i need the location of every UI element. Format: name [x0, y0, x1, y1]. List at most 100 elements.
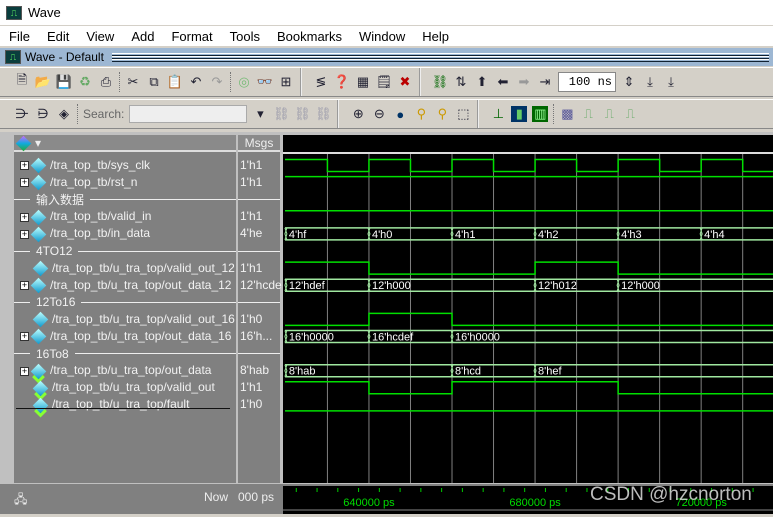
find-icon[interactable]: 👓: [257, 74, 273, 90]
signal-row[interactable]: + /tra_top_tb/u_tra_top/out_data_16: [14, 328, 231, 345]
group-icon[interactable]: ◈: [56, 106, 72, 122]
sort-icon[interactable]: ⇅: [453, 74, 469, 90]
bus-value: 4'hf: [289, 229, 307, 241]
search-input[interactable]: [129, 105, 248, 123]
menu-bookmarks[interactable]: Bookmarks: [268, 29, 350, 44]
help-icon[interactable]: ❓: [334, 74, 350, 90]
menu-edit[interactable]: Edit: [38, 29, 77, 44]
save-icon[interactable]: 💾: [56, 74, 72, 90]
zoom-out-icon[interactable]: ⊖: [371, 106, 387, 122]
edge-icon[interactable]: ⎍: [580, 106, 596, 122]
run-length-input[interactable]: 100 ns: [558, 72, 616, 92]
menu-format[interactable]: Format: [162, 29, 220, 44]
bus-value: 12'h000: [621, 280, 660, 292]
divider[interactable]: 12To16: [14, 294, 236, 311]
expand-icon[interactable]: +: [20, 178, 29, 188]
refresh-icon[interactable]: ♻: [77, 74, 93, 90]
zoom-cursor-icon[interactable]: ⚲: [413, 106, 429, 122]
expand-signal-icon[interactable]: ⋺: [14, 106, 30, 122]
signal-icon: [32, 311, 49, 328]
toolbar-main: 🗎 📂 💾 ♻ ⎙ ✂ ⧉ 📋 ↶ ↷ ◎ 👓 ⊞ ≶ ❓ ▦ 🗒 ✖ ⛓ ⇅ …: [0, 67, 773, 97]
edge-icon[interactable]: ⎍: [622, 106, 638, 122]
signal-row[interactable]: + /tra_top_tb/sys_clk: [14, 157, 150, 174]
expand-icon[interactable]: +: [20, 332, 29, 342]
zoom-region-icon[interactable]: ⬚: [455, 106, 471, 122]
menu-help[interactable]: Help: [413, 29, 457, 44]
search-dropdown-icon[interactable]: ▾: [252, 106, 268, 122]
divider[interactable]: 4TO12: [14, 243, 236, 260]
new-file-icon[interactable]: 🗎: [14, 72, 30, 90]
signal-row[interactable]: /tra_top_tb/u_tra_top/fault: [14, 396, 189, 413]
bit-waveform: [285, 261, 773, 275]
bit-waveform: [285, 158, 773, 173]
msgs-column: Msgs 1'h1 1'h1 1'h1 4'he 1'h1 12'hcde 1'h0 16'h…: [238, 135, 282, 483]
arrow-up-icon[interactable]: ⬆: [474, 74, 490, 90]
waveform-area[interactable]: 4'hf 4'h0 4'h1 4'h2 4'h3 4'h4 12'hdef 12'h000 12…: [283, 135, 773, 483]
separator: [119, 72, 120, 92]
zoom-cursors-icon[interactable]: ⚲: [434, 106, 450, 122]
bus-value: 4'h2: [538, 229, 558, 241]
drag-bar[interactable]: [111, 52, 769, 62]
cut-icon[interactable]: ✂: [125, 74, 141, 90]
expand-icon[interactable]: +: [20, 366, 29, 376]
insert-icon[interactable]: ▦: [355, 74, 371, 90]
spin-icon[interactable]: ⇕: [621, 74, 637, 90]
run-all-icon[interactable]: ⤓: [663, 74, 679, 90]
open-folder-icon[interactable]: 📂: [35, 74, 51, 90]
expand-icon[interactable]: +: [20, 229, 29, 239]
signal-row[interactable]: /tra_top_tb/u_tra_top/valid_out_16: [14, 311, 235, 328]
debug-icon[interactable]: 🗒: [376, 74, 393, 90]
signal-row[interactable]: + /tra_top_tb/rst_n: [14, 174, 137, 191]
multi-cursor-icon[interactable]: ▥: [532, 106, 549, 122]
expand-icon[interactable]: +: [20, 281, 29, 291]
signal-row[interactable]: + /tra_top_tb/in_data: [14, 225, 150, 242]
signal-row[interactable]: + /tra_top_tb/valid_in: [14, 208, 151, 225]
divider-line: [81, 301, 236, 303]
arrow-left-icon[interactable]: ⬅: [495, 74, 511, 90]
signal-name: /tra_top_tb/rst_n: [50, 175, 138, 190]
zoom-full-icon[interactable]: ●: [392, 106, 408, 122]
expand-tree-icon[interactable]: ⊞: [278, 74, 294, 90]
signal-row[interactable]: /tra_top_tb/u_tra_top/valid_out: [14, 379, 215, 396]
simulate-icon[interactable]: ◎: [236, 74, 252, 90]
menu-file[interactable]: File: [0, 29, 38, 44]
divider-line: [238, 199, 280, 201]
edge-icon[interactable]: ⎍: [601, 106, 617, 122]
expand-icon[interactable]: +: [20, 212, 29, 222]
menu-bar: File Edit View Add Format Tools Bookmarks Windo…: [0, 26, 773, 46]
search-next-icon[interactable]: ⛓: [294, 106, 311, 122]
timeline-icons[interactable]: 🖧: [14, 490, 27, 511]
print-icon[interactable]: ⎙: [98, 74, 114, 90]
menu-add[interactable]: Add: [122, 29, 162, 44]
expand-icon[interactable]: +: [20, 161, 29, 171]
signal-row[interactable]: + /tra_top_tb/u_tra_top/out_data_12: [14, 277, 231, 294]
signal-row[interactable]: + /tra_top_tb/u_tra_top/out_data: [14, 362, 211, 379]
paste-icon[interactable]: 📋: [167, 74, 183, 90]
arrow-right-icon[interactable]: ➡: [516, 74, 532, 90]
bus-value: 4'h0: [372, 229, 392, 241]
divider[interactable]: 16To8: [14, 345, 236, 362]
insert-cursor-icon[interactable]: ▮: [511, 106, 528, 122]
menu-view[interactable]: View: [77, 29, 122, 44]
delete-icon[interactable]: ✖: [397, 74, 413, 90]
signal-value: 1'h1: [240, 158, 263, 172]
wave-layers-icon[interactable]: [15, 136, 32, 152]
cursor-icon[interactable]: ⊥: [490, 106, 506, 122]
menu-tools[interactable]: Tools: [221, 29, 268, 44]
bit-waveform: [285, 381, 773, 395]
run-length-icon[interactable]: ⇥: [537, 74, 553, 90]
signal-row[interactable]: /tra_top_tb/u_tra_top/valid_out_12: [14, 260, 235, 277]
redo-icon[interactable]: ↷: [209, 74, 225, 90]
search-prev-icon[interactable]: ⛓: [273, 106, 290, 122]
search-options-icon[interactable]: ⛓: [315, 106, 332, 122]
pattern-icon[interactable]: ▩: [559, 106, 575, 122]
run-icon[interactable]: ⤓: [642, 74, 658, 90]
wave-edit-icon[interactable]: ≶: [313, 74, 329, 90]
divider[interactable]: 输入数据: [14, 191, 236, 208]
collapse-signal-icon[interactable]: ⋻: [35, 106, 51, 122]
link-icon[interactable]: ⛓: [432, 74, 449, 90]
copy-icon[interactable]: ⧉: [146, 74, 162, 90]
zoom-in-icon[interactable]: ⊕: [350, 106, 366, 122]
menu-window[interactable]: Window: [350, 29, 413, 44]
undo-icon[interactable]: ↶: [188, 74, 204, 90]
